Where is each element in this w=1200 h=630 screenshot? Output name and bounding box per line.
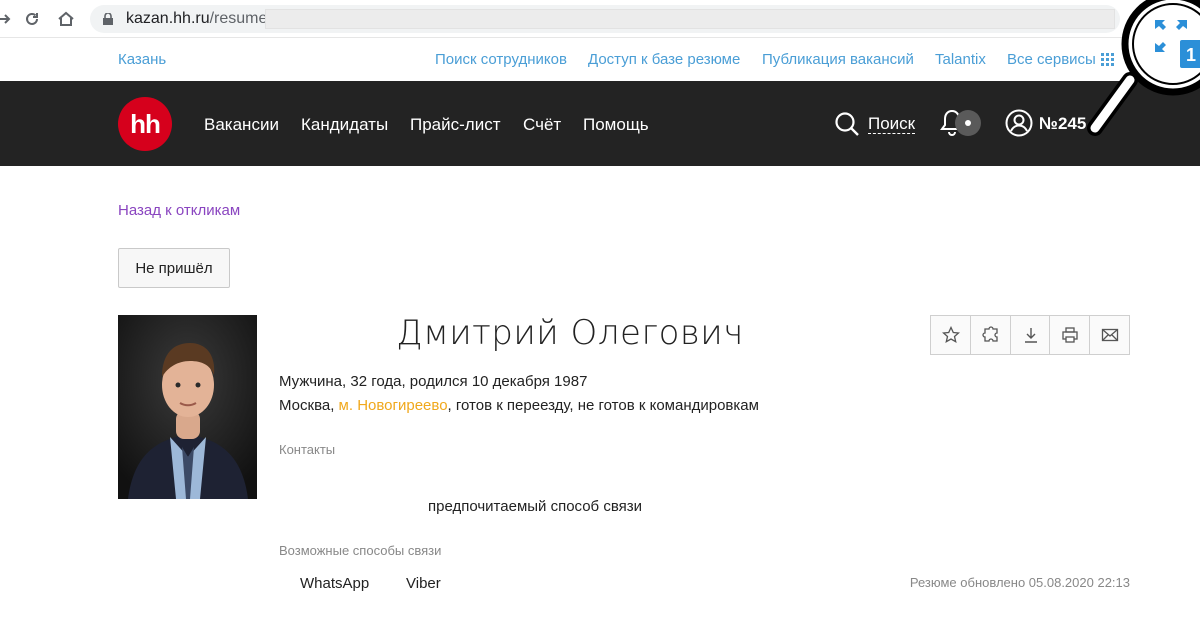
url-redacted	[265, 9, 1115, 29]
city-text: Москва,	[279, 397, 339, 414]
candidate-photo	[118, 315, 257, 499]
metro-station: м. Новогиреево	[338, 397, 448, 414]
notification-badge[interactable]	[955, 110, 981, 136]
print-button[interactable]	[1050, 316, 1091, 354]
method-whatsapp[interactable]: WhatsApp	[300, 575, 369, 592]
nav-price-list[interactable]: Прайс-лист	[410, 115, 501, 135]
candidate-location: Москва, м. Новогиреево, готов к переезду…	[279, 397, 759, 414]
nav-vacancies[interactable]: Вакансии	[204, 115, 279, 135]
mail-icon	[1102, 328, 1119, 342]
address-bar[interactable]: kazan.hh.ru/resume/	[90, 5, 1120, 33]
back-to-responses-link[interactable]: Назад к откликам	[118, 202, 240, 219]
candidate-name: Дмитрий Олегович	[396, 313, 744, 353]
forward-icon[interactable]	[0, 9, 14, 29]
link-publish-vacancies[interactable]: Публикация вакансий	[762, 51, 914, 68]
search-icon[interactable]	[834, 111, 860, 137]
svg-text:1: 1	[1186, 45, 1196, 65]
city-link[interactable]: Казань	[118, 51, 166, 68]
reload-icon[interactable]	[22, 9, 42, 29]
print-icon	[1062, 327, 1079, 343]
link-talantix[interactable]: Talantix	[935, 51, 986, 68]
main-header: hh Вакансии Кандидаты Прайс-лист Счёт По…	[0, 81, 1200, 166]
favorite-button[interactable]	[931, 316, 971, 354]
hh-logo[interactable]: hh	[118, 97, 172, 151]
magnifier-overlay-icon: 1	[1087, 0, 1200, 136]
link-employee-search[interactable]: Поиск сотрудников	[435, 51, 567, 68]
nav-invoice[interactable]: Счёт	[523, 115, 561, 135]
star-icon	[942, 326, 960, 344]
preferred-contact-label: предпочитаемый способ связи	[428, 498, 642, 515]
search-link[interactable]: Поиск	[868, 115, 916, 134]
email-button[interactable]	[1090, 316, 1129, 354]
contacts-heading: Контакты	[279, 442, 336, 457]
services-bar: Казань Поиск сотрудников Доступ к базе р…	[0, 38, 1200, 81]
candidate-demographics: Мужчина, 32 года, родился 10 декабря 198…	[279, 373, 588, 390]
no-show-button[interactable]: Не пришёл	[118, 248, 230, 288]
nav-help[interactable]: Помощь	[583, 115, 649, 135]
resume-updated-date: Резюме обновлено 05.08.2020 22:13	[909, 575, 1130, 590]
nav-candidates[interactable]: Кандидаты	[301, 115, 388, 135]
link-all-services[interactable]: Все сервисы	[1007, 51, 1096, 68]
link-resume-db[interactable]: Доступ к базе резюме	[588, 51, 740, 68]
download-icon	[1024, 328, 1037, 343]
puzzle-button[interactable]	[970, 316, 1011, 354]
resume-actions	[930, 315, 1130, 355]
account-label[interactable]: №245	[1039, 114, 1086, 134]
lock-icon	[103, 13, 113, 25]
download-button[interactable]	[1010, 316, 1051, 354]
home-icon[interactable]	[56, 9, 76, 29]
contact-methods-heading: Возможные способы связи	[279, 543, 442, 558]
user-icon[interactable]	[1005, 109, 1033, 137]
method-viber[interactable]: Viber	[406, 575, 441, 592]
url-text: kazan.hh.ru/resume/	[126, 10, 272, 27]
relocation-text: , готов к переезду, не готов к командиро…	[447, 397, 759, 414]
puzzle-icon	[982, 326, 998, 342]
browser-toolbar: kazan.hh.ru/resume/	[0, 0, 1200, 38]
